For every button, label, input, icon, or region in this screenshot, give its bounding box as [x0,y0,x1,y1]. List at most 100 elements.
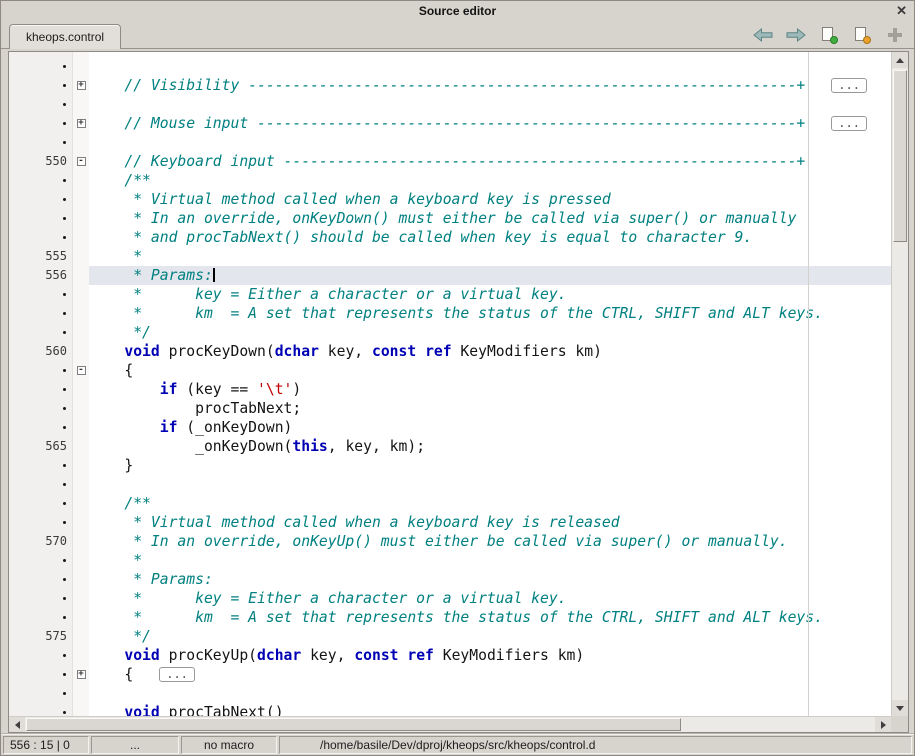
code-text[interactable]: * [89,247,891,266]
code-text[interactable]: /** [89,494,891,513]
code-line[interactable]: * km = A set that represents the status … [9,304,891,323]
code-line[interactable]: * Virtual method called when a keyboard … [9,513,891,532]
code-text[interactable]: * Params: [89,570,891,589]
scroll-right-button[interactable] [875,717,891,732]
code-line[interactable] [9,475,891,494]
code-text[interactable]: * key = Either a character or a virtual … [89,285,891,304]
code-line[interactable] [9,57,891,76]
code-line[interactable]: } [9,456,891,475]
code-line[interactable]: * Params: [9,570,891,589]
code-line[interactable]: void procKeyUp(dchar key, const ref KeyM… [9,646,891,665]
code-text[interactable]: * Virtual method called when a keyboard … [89,513,891,532]
code-line[interactable]: + // Mouse input -----------------------… [9,114,891,133]
code-line[interactable]: - { [9,361,891,380]
go-back-icon[interactable] [752,25,774,45]
code-text[interactable]: if (key == '\t') [89,380,891,399]
code-line[interactable]: 570 * In an override, onKeyUp() must eit… [9,532,891,551]
scroll-up-button[interactable] [892,52,908,68]
code-line[interactable]: /** [9,171,891,190]
code-text[interactable] [89,95,891,114]
code-line[interactable]: procTabNext; [9,399,891,418]
close-icon[interactable]: ✕ [896,3,907,19]
code-line[interactable]: * In an override, onKeyDown() must eithe… [9,209,891,228]
horizontal-scrollbar[interactable] [9,716,891,732]
code-text[interactable]: // Visibility --------------------------… [89,76,891,95]
code-text[interactable]: void procKeyUp(dchar key, const ref KeyM… [89,646,891,665]
code-line[interactable]: 560 void procKeyDown(dchar key, const re… [9,342,891,361]
code-line[interactable]: 556 * Params: [9,266,891,285]
scroll-down-button[interactable] [892,700,908,716]
code-line[interactable]: * key = Either a character or a virtual … [9,285,891,304]
code-text[interactable]: * km = A set that represents the status … [89,304,891,323]
code-text[interactable]: */ [89,627,891,646]
code-text[interactable]: void procTabNext() [89,703,891,716]
code-line[interactable] [9,684,891,703]
code-text[interactable]: void procKeyDown(dchar key, const ref Ke… [89,342,891,361]
scroll-left-button[interactable] [9,717,25,732]
go-forward-icon[interactable] [785,25,807,45]
fold-toggle-icon[interactable]: + [77,119,86,128]
code-line[interactable]: if (_onKeyDown) [9,418,891,437]
fold-toggle-icon[interactable]: + [77,670,86,679]
tab-kheops-control[interactable]: kheops.control [9,24,121,49]
folded-code-ellipsis[interactable]: ... [831,78,867,93]
code-text[interactable]: { [89,361,891,380]
horizontal-scrollbar-thumb[interactable] [26,718,681,731]
code-text[interactable]: } [89,456,891,475]
code-line[interactable]: * [9,551,891,570]
code-line[interactable]: + {... [9,665,891,684]
code-text[interactable]: // Keyboard input ----------------------… [89,152,891,171]
vertical-scrollbar-thumb[interactable] [893,70,907,242]
folded-code-ellipsis[interactable]: ... [831,116,867,131]
fold-margin-cell[interactable]: + [73,665,89,684]
code-text[interactable]: _onKeyDown(this, key, km); [89,437,891,456]
code-line[interactable]: 565 _onKeyDown(this, key, km); [9,437,891,456]
code-line[interactable]: if (key == '\t') [9,380,891,399]
code-text[interactable]: * km = A set that represents the status … [89,608,891,627]
fold-margin-cell[interactable]: + [73,76,89,95]
vertical-scrollbar[interactable] [891,52,908,716]
code-line[interactable]: * km = A set that represents the status … [9,608,891,627]
fold-margin-cell[interactable]: - [73,361,89,380]
code-text[interactable]: // Mouse input -------------------------… [89,114,891,133]
code-line[interactable] [9,95,891,114]
code-text[interactable]: * and procTabNext() should be called whe… [89,228,891,247]
code-line[interactable]: /** [9,494,891,513]
code-text[interactable]: * In an override, onKeyDown() must eithe… [89,209,891,228]
code-line[interactable]: 555 * [9,247,891,266]
code-text[interactable] [89,475,891,494]
fold-toggle-icon[interactable]: + [77,81,86,90]
code-text[interactable]: procTabNext; [89,399,891,418]
code-text[interactable]: * Params: [89,266,891,285]
fold-toggle-icon[interactable]: - [77,366,86,375]
code-text[interactable] [89,57,891,76]
code-text[interactable]: */ [89,323,891,342]
code-text[interactable]: if (_onKeyDown) [89,418,891,437]
code-text[interactable] [89,133,891,152]
fold-margin-cell[interactable]: - [73,152,89,171]
fold-margin-cell[interactable]: + [73,114,89,133]
code-line[interactable]: * key = Either a character or a virtual … [9,589,891,608]
split-view-icon[interactable] [884,25,906,45]
remove-page-icon[interactable] [851,25,873,45]
code-text[interactable]: * In an override, onKeyUp() must either … [89,532,891,551]
code-line[interactable] [9,133,891,152]
fold-toggle-icon[interactable]: - [77,157,86,166]
code-text[interactable]: * key = Either a character or a virtual … [89,589,891,608]
code-line[interactable]: 575 */ [9,627,891,646]
code-line[interactable]: void procTabNext() [9,703,891,716]
code-line[interactable]: */ [9,323,891,342]
code-viewport[interactable]: + // Visibility ------------------------… [9,52,891,716]
code-text[interactable]: /** [89,171,891,190]
code-line[interactable]: 550- // Keyboard input -----------------… [9,152,891,171]
code-line[interactable]: * Virtual method called when a keyboard … [9,190,891,209]
code-text[interactable] [89,684,891,703]
code-text[interactable]: {... [89,665,891,684]
folded-code-ellipsis[interactable]: ... [159,667,195,682]
fold-margin-cell [73,475,89,494]
code-line[interactable]: * and procTabNext() should be called whe… [9,228,891,247]
code-text[interactable]: * [89,551,891,570]
code-line[interactable]: + // Visibility ------------------------… [9,76,891,95]
code-text[interactable]: * Virtual method called when a keyboard … [89,190,891,209]
add-page-icon[interactable] [818,25,840,45]
